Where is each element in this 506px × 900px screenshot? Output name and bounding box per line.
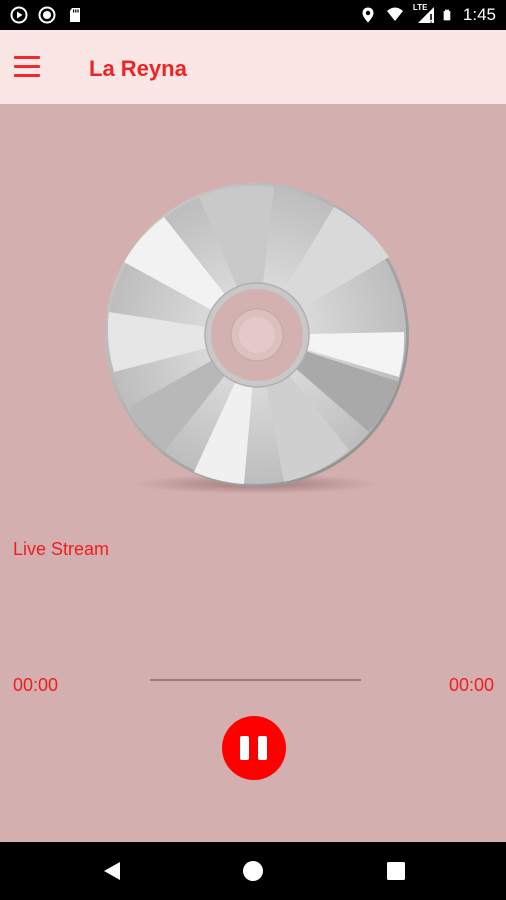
signal-icon: LTE <box>413 3 435 24</box>
status-left-icons <box>10 6 84 24</box>
pause-icon-bar <box>258 736 267 760</box>
sd-card-icon <box>70 8 80 22</box>
total-time: 00:00 <box>448 675 494 695</box>
elapsed-time: 00:00 <box>13 675 59 695</box>
seek-bar[interactable] <box>150 679 361 681</box>
back-icon[interactable] <box>100 859 124 883</box>
status-bar: LTE 1:45 <box>0 0 506 30</box>
pause-icon <box>240 736 249 760</box>
app-bar: La Reyna <box>0 30 506 104</box>
home-icon[interactable] <box>241 859 265 883</box>
player-screen: Live Stream 00:00 00:00 <box>0 104 506 842</box>
cd-disc-icon <box>105 183 409 487</box>
play-circle-icon <box>10 6 28 24</box>
location-icon <box>362 7 374 23</box>
recents-icon[interactable] <box>384 859 408 883</box>
system-nav-bar <box>0 842 506 900</box>
battery-icon <box>443 9 451 21</box>
status-right-icons: LTE 1:45 <box>359 3 496 24</box>
status-time: 1:45 <box>462 5 496 24</box>
record-icon <box>38 6 56 24</box>
wifi-icon <box>386 7 403 21</box>
pause-button[interactable] <box>222 716 286 780</box>
stream-title: Live Stream <box>13 539 110 559</box>
app-title: La Reyna <box>89 56 187 81</box>
hamburger-menu-icon[interactable] <box>12 52 42 82</box>
album-art <box>104 182 410 502</box>
